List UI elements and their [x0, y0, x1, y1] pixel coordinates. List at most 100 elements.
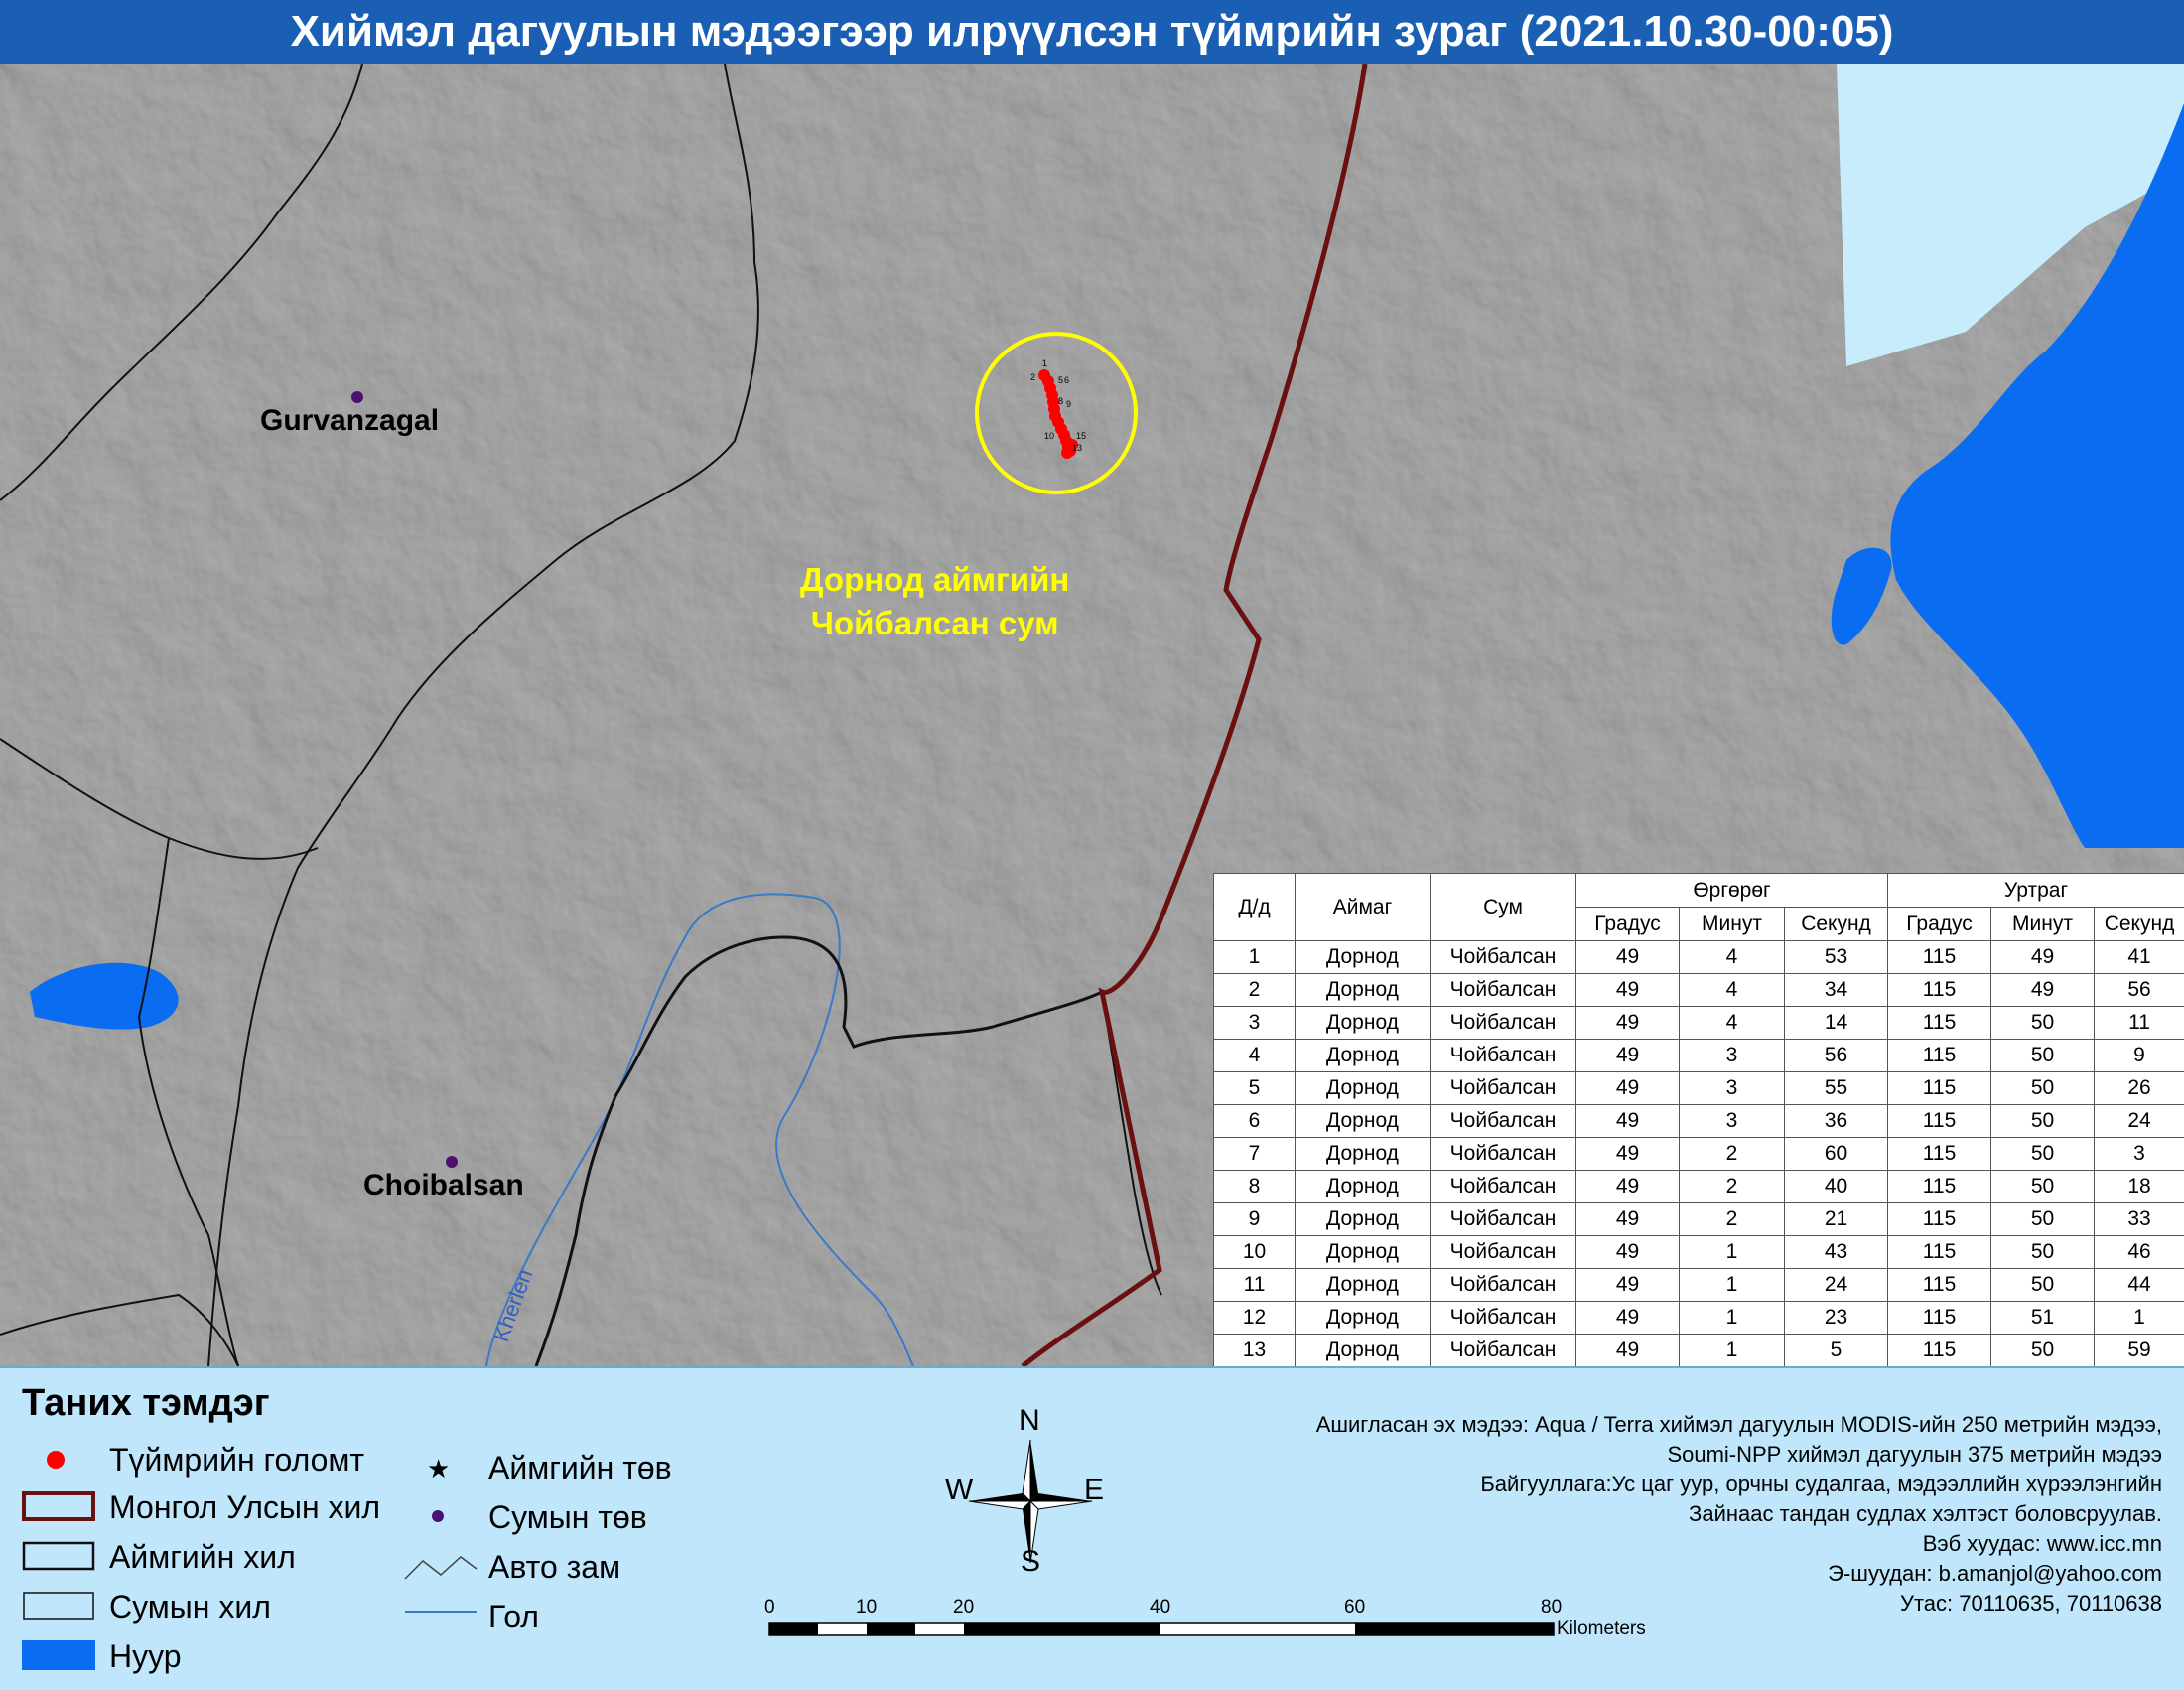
cell-aimag: Дорнод — [1296, 974, 1431, 1007]
cell-lat-sec: 60 — [1785, 1138, 1888, 1171]
legend-panel: Таних тэмдэг Түймрийн голомт Монгол Улсы… — [0, 1366, 2184, 1690]
cell-lat-min: 3 — [1680, 1072, 1785, 1105]
cell-lon-deg: 115 — [1888, 974, 1991, 1007]
cell-no: 3 — [1214, 1007, 1296, 1040]
cell-lat-min: 2 — [1680, 1171, 1785, 1203]
scale-tick: 10 — [856, 1597, 877, 1619]
purple-dot-icon — [429, 1507, 447, 1525]
col-header-lon-sec: Секунд — [2095, 908, 2184, 941]
col-header-no: Д/д — [1214, 874, 1296, 941]
cell-lon-sec: 26 — [2095, 1072, 2184, 1105]
cell-lat-sec: 21 — [1785, 1203, 1888, 1236]
cell-lat-deg: 49 — [1576, 1203, 1680, 1236]
cell-no: 4 — [1214, 1040, 1296, 1072]
map-canvas[interactable]: 1 2 5 6 8 9 10 15 13 Gurvanzagal Choibal… — [0, 64, 2184, 1366]
cell-no: 7 — [1214, 1138, 1296, 1171]
table-row: 7ДорнодЧойбалсан49260115503 — [1214, 1138, 2184, 1171]
cell-lon-deg: 115 — [1888, 1040, 1991, 1072]
fire-tag: 13 — [1072, 443, 1082, 453]
cell-lon-deg: 115 — [1888, 1302, 1991, 1335]
cell-lat-min: 2 — [1680, 1203, 1785, 1236]
cell-lat-deg: 49 — [1576, 941, 1680, 974]
cell-lon-min: 50 — [1991, 1040, 2095, 1072]
cell-no: 5 — [1214, 1072, 1296, 1105]
info-source-2: Soumi-NPP хиймэл дагуулын 375 метрийн мэ… — [1667, 1442, 2162, 1468]
cell-lat-sec: 34 — [1785, 974, 1888, 1007]
cell-lon-min: 50 — [1991, 1335, 2095, 1367]
cell-lat-min: 1 — [1680, 1269, 1785, 1302]
cell-aimag: Дорнод — [1296, 1236, 1431, 1269]
cell-lon-min: 50 — [1991, 1171, 2095, 1203]
scale-unit: Kilometers — [1557, 1619, 1646, 1640]
cell-lon-sec: 9 — [2095, 1040, 2184, 1072]
cell-aimag: Дорнод — [1296, 1335, 1431, 1367]
compass-west: W — [945, 1474, 973, 1507]
legend-national-border: Монгол Улсын хил — [109, 1489, 380, 1526]
cell-lat-deg: 49 — [1576, 1040, 1680, 1072]
cell-lon-min: 50 — [1991, 1007, 2095, 1040]
cell-lon-min: 50 — [1991, 1236, 2095, 1269]
sum-center-gurvanzagal — [351, 391, 363, 403]
cell-lat-sec: 5 — [1785, 1335, 1888, 1367]
cell-lon-sec: 46 — [2095, 1236, 2184, 1269]
cell-no: 12 — [1214, 1302, 1296, 1335]
cell-lat-sec: 36 — [1785, 1105, 1888, 1138]
region-label: Дорнод аймгийн Чойбалсан сум — [800, 558, 1069, 645]
cell-lon-min: 50 — [1991, 1072, 2095, 1105]
cell-lat-deg: 49 — [1576, 1007, 1680, 1040]
col-header-sum: Сум — [1431, 874, 1576, 941]
cell-lon-sec: 1 — [2095, 1302, 2184, 1335]
compass-south: S — [1021, 1545, 1040, 1579]
region-label-line2: Чойбалсан сум — [800, 602, 1069, 645]
legend-aimag-center: Аймгийн төв — [488, 1450, 672, 1486]
info-org: Байгууллага:Ус цаг уур, орчны судалгаа, … — [1480, 1472, 2162, 1497]
cell-aimag: Дорнод — [1296, 1302, 1431, 1335]
scale-tick: 40 — [1150, 1597, 1170, 1619]
cell-lon-deg: 115 — [1888, 1171, 1991, 1203]
cell-lat-min: 4 — [1680, 974, 1785, 1007]
cell-lon-deg: 115 — [1888, 1236, 1991, 1269]
cell-lat-sec: 43 — [1785, 1236, 1888, 1269]
cell-lat-min: 1 — [1680, 1236, 1785, 1269]
sum-border-swatch — [22, 1591, 95, 1620]
cell-sum: Чойбалсан — [1431, 1138, 1576, 1171]
cell-lon-min: 50 — [1991, 1203, 2095, 1236]
cell-no: 1 — [1214, 941, 1296, 974]
cell-lon-sec: 44 — [2095, 1269, 2184, 1302]
fire-tag: 15 — [1076, 431, 1086, 441]
cell-sum: Чойбалсан — [1431, 1203, 1576, 1236]
cell-lon-min: 50 — [1991, 1105, 2095, 1138]
table-row: 9ДорнодЧойбалсан492211155033 — [1214, 1203, 2184, 1236]
cell-lon-sec: 11 — [2095, 1007, 2184, 1040]
col-header-lat-min: Минут — [1680, 908, 1785, 941]
cell-no: 9 — [1214, 1203, 1296, 1236]
cell-lat-deg: 49 — [1576, 1171, 1680, 1203]
cell-aimag: Дорнод — [1296, 1269, 1431, 1302]
scale-bar — [768, 1622, 1555, 1636]
table-row: 6ДорнодЧойбалсан493361155024 — [1214, 1105, 2184, 1138]
col-header-latitude: Өргөрөг — [1576, 874, 1888, 908]
cell-no: 6 — [1214, 1105, 1296, 1138]
cell-aimag: Дорнод — [1296, 1203, 1431, 1236]
info-email: Э-шуудан: b.amanjol@yahoo.com — [1828, 1561, 2162, 1587]
cell-lat-sec: 53 — [1785, 941, 1888, 974]
place-label-gurvanzagal: Gurvanzagal — [260, 404, 439, 438]
col-header-lon-deg: Градус — [1888, 908, 1991, 941]
table-body: 1ДорнодЧойбалсан4945311549412ДорнодЧойба… — [1214, 941, 2184, 1367]
cell-aimag: Дорнод — [1296, 1171, 1431, 1203]
legend-sum-center: Сумын төв — [488, 1499, 647, 1536]
fire-tag: 5 — [1058, 375, 1063, 385]
cell-lon-min: 49 — [1991, 941, 2095, 974]
cell-lon-sec: 59 — [2095, 1335, 2184, 1367]
cell-lat-deg: 49 — [1576, 974, 1680, 1007]
cell-no: 8 — [1214, 1171, 1296, 1203]
cell-lon-sec: 41 — [2095, 941, 2184, 974]
cell-lon-min: 50 — [1991, 1138, 2095, 1171]
cell-lat-min: 4 — [1680, 941, 1785, 974]
table-row: 1ДорнодЧойбалсан494531154941 — [1214, 941, 2184, 974]
cell-sum: Чойбалсан — [1431, 1335, 1576, 1367]
cell-aimag: Дорнод — [1296, 941, 1431, 974]
fire-tag: 1 — [1042, 358, 1047, 368]
legend-road: Авто зам — [488, 1549, 620, 1586]
cell-lat-min: 4 — [1680, 1007, 1785, 1040]
